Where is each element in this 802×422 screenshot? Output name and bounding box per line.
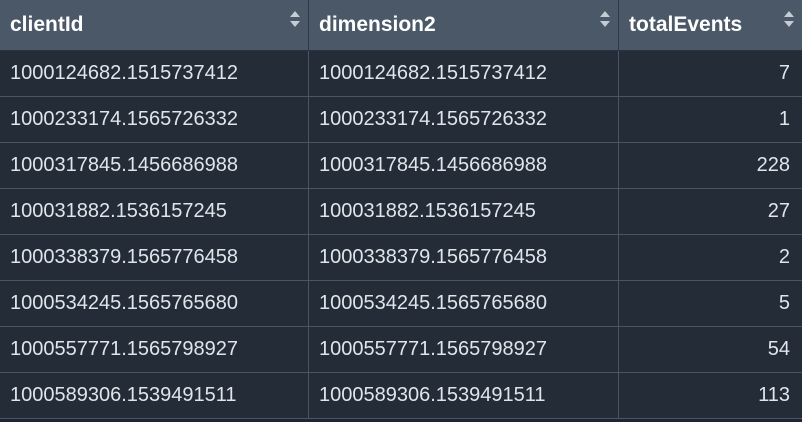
cell-totalevents: 113	[758, 384, 790, 406]
cell-clientid: 1000534245.1565765680	[0, 281, 309, 326]
cell-dimension2: 1000557771.1565798927	[309, 327, 619, 372]
table-header: clientId dimension2 totalEvents	[0, 0, 802, 51]
cell-totalevents: 2	[778, 246, 790, 268]
cell-clientid: 1000317845.1456686988	[0, 143, 309, 188]
column-header-clientid[interactable]: clientId	[0, 0, 309, 50]
cell-clientid: 1000233174.1565726332	[0, 97, 309, 142]
table-row[interactable]: 1000317845.1456686988 1000317845.1456686…	[0, 143, 802, 189]
cell-clientid: 1000338379.1565776458	[0, 235, 309, 280]
table-row[interactable]: 100031882.1536157245 100031882.153615724…	[0, 189, 802, 235]
cell-totalevents: 228	[756, 154, 790, 176]
cell-clientid: 1000557771.1565798927	[0, 327, 309, 372]
table-row[interactable]: 1000557771.1565798927 1000557771.1565798…	[0, 327, 802, 373]
cell-dimension2: 1000317845.1456686988	[309, 143, 619, 188]
cell-clientid: 1000589306.1539491511	[0, 373, 309, 418]
cell-dimension2: 1000534245.1565765680	[309, 281, 619, 326]
cell-dimension2: 100031882.1536157245	[309, 189, 619, 234]
cell-clientid: 100031882.1536157245	[0, 189, 309, 234]
cell-totalevents: 5	[778, 292, 790, 314]
column-header-dimension2[interactable]: dimension2	[309, 0, 619, 50]
table-row[interactable]: 1000534245.1565765680 1000534245.1565765…	[0, 281, 802, 327]
column-header-label: totalEvents	[629, 13, 743, 36]
sort-icon[interactable]	[784, 11, 794, 27]
column-header-label: dimension2	[319, 13, 436, 36]
cell-totalevents: 54	[767, 338, 790, 360]
cell-totalevents: 27	[767, 200, 790, 222]
cell-dimension2: 1000589306.1539491511	[309, 373, 619, 418]
table-row[interactable]: 1000589306.1539491511 1000589306.1539491…	[0, 373, 802, 419]
table-row[interactable]: 1000233174.1565726332 1000233174.1565726…	[0, 97, 802, 143]
cell-dimension2: 1000338379.1565776458	[309, 235, 619, 280]
cell-totalevents: 7	[778, 62, 790, 84]
cell-dimension2: 1000233174.1565726332	[309, 97, 619, 142]
sort-icon[interactable]	[290, 11, 300, 27]
sort-icon[interactable]	[600, 11, 610, 27]
column-header-label: clientId	[10, 13, 84, 36]
cell-dimension2: 1000124682.1515737412	[309, 51, 619, 96]
column-header-totalevents[interactable]: totalEvents	[619, 0, 802, 50]
table-row[interactable]: 1000338379.1565776458 1000338379.1565776…	[0, 235, 802, 281]
table-body: 1000124682.1515737412 1000124682.1515737…	[0, 51, 802, 419]
cell-totalevents: 1	[778, 108, 790, 130]
table-row[interactable]: 1000124682.1515737412 1000124682.1515737…	[0, 51, 802, 97]
cell-clientid: 1000124682.1515737412	[0, 51, 309, 96]
data-table: clientId dimension2 totalEvents 10001246…	[0, 0, 802, 422]
